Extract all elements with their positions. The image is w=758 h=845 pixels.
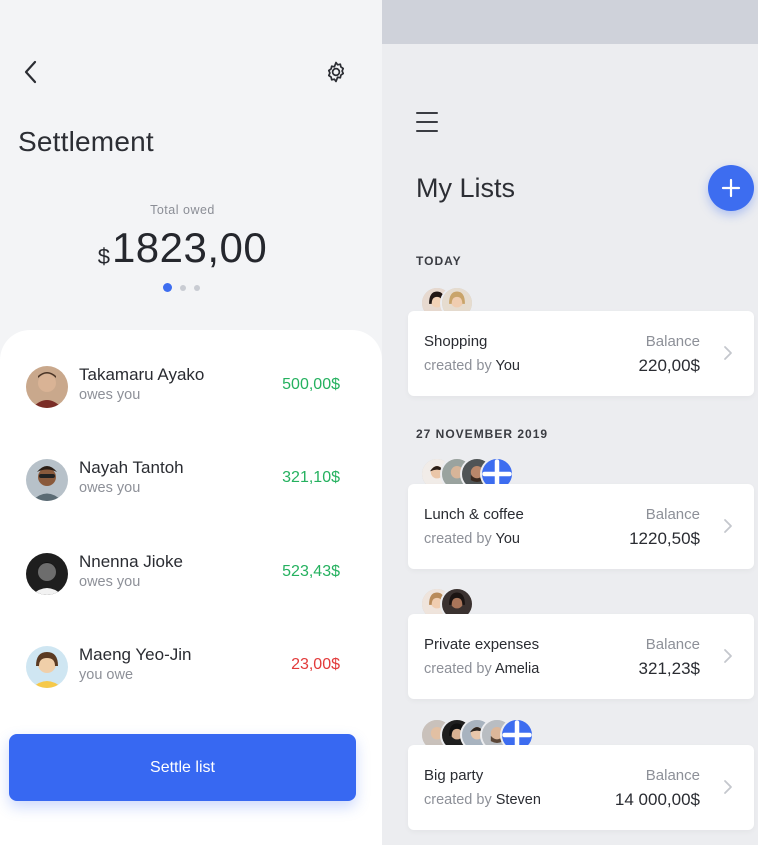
- list-creator: created by Amelia: [424, 661, 539, 677]
- settle-list-button[interactable]: Settle list: [9, 734, 356, 801]
- balance-value: 220,00$: [638, 356, 700, 375]
- balance-value: 321,23$: [638, 659, 700, 678]
- person-row[interactable]: Nayah Tantoh owes you 321,10$: [26, 455, 346, 505]
- chevron-right-icon: [724, 519, 732, 533]
- section-header: TODAY: [416, 254, 462, 268]
- avatar: [26, 646, 68, 688]
- created-by-label: created by: [424, 531, 492, 547]
- currency-symbol: $: [97, 244, 110, 269]
- menu-button[interactable]: [416, 112, 438, 132]
- list-card[interactable]: Private expenses created by Amelia Balan…: [408, 614, 754, 699]
- list-creator: created by You: [424, 358, 520, 374]
- list-creator: created by You: [424, 531, 520, 547]
- settings-button[interactable]: [322, 58, 350, 86]
- chevron-right-icon: [724, 780, 732, 794]
- total-owed-amount: $1823,00: [0, 224, 365, 272]
- list-creator: created by Steven: [424, 792, 541, 808]
- person-amount: 23,00$: [291, 656, 340, 673]
- hamburger-icon-line: [416, 121, 438, 123]
- person-name: Nayah Tantoh: [79, 458, 184, 477]
- section-header: 27 NOVEMBER 2019: [416, 427, 549, 441]
- person-name: Takamaru Ayako: [79, 365, 205, 384]
- chevron-left-icon: [24, 60, 37, 84]
- list-title: Lunch & coffee: [424, 506, 524, 523]
- add-list-button[interactable]: [708, 165, 754, 211]
- creator-name: Steven: [495, 792, 541, 808]
- chevron-right-icon: [724, 649, 732, 663]
- total-owed-value: 1823,00: [111, 224, 268, 271]
- person-row[interactable]: Maeng Yeo-Jin you owe 23,00$: [26, 642, 346, 692]
- person-row[interactable]: Takamaru Ayako owes you 500,00$: [26, 362, 346, 412]
- app-screens: Settlement Total owed $1823,00 Takamaru …: [0, 0, 758, 845]
- balance-value: 1220,50$: [629, 529, 700, 548]
- creator-name: You: [495, 358, 520, 374]
- person-name: Nnenna Jioke: [79, 552, 183, 571]
- page-dot[interactable]: [180, 284, 186, 291]
- created-by-label: created by: [424, 792, 492, 808]
- list-title: Private expenses: [424, 636, 540, 653]
- person-name: Maeng Yeo-Jin: [79, 645, 192, 664]
- person-amount: 523,43$: [282, 563, 340, 580]
- avatar: [26, 553, 68, 595]
- creator-name: Amelia: [494, 661, 540, 677]
- list-title: Big party: [424, 767, 484, 784]
- gear-icon: [327, 61, 345, 83]
- page-dot[interactable]: [163, 283, 172, 292]
- list-card[interactable]: Big party created by Steven Balance 14 0…: [408, 745, 754, 830]
- list-card[interactable]: Shopping created by You Balance 220,00$: [408, 311, 754, 396]
- balance-value: 14 000,00$: [614, 790, 700, 809]
- hamburger-icon-line: [416, 130, 438, 132]
- created-by-label: created by: [424, 358, 492, 374]
- avatar: [26, 459, 68, 501]
- balance-label: Balance: [645, 767, 700, 784]
- person-status: owes you: [79, 387, 141, 403]
- created-by-label: created by: [424, 661, 492, 677]
- chevron-right-icon: [724, 346, 732, 360]
- total-owed-label: Total owed: [150, 203, 215, 217]
- back-button[interactable]: [18, 58, 42, 86]
- hamburger-icon-line: [416, 112, 438, 114]
- balance-label: Balance: [645, 506, 700, 523]
- page-dot[interactable]: [194, 284, 200, 291]
- page-indicator[interactable]: [163, 283, 200, 292]
- lists-title: My Lists: [416, 173, 516, 203]
- creator-name: You: [495, 531, 520, 547]
- plus-icon: [721, 178, 741, 198]
- person-amount: 500,00$: [282, 376, 340, 393]
- balance-label: Balance: [645, 636, 700, 653]
- person-status: owes you: [79, 480, 141, 496]
- avatar: [26, 366, 68, 408]
- list-title: Shopping: [424, 333, 488, 350]
- page-title: Settlement: [18, 126, 154, 157]
- balance-label: Balance: [645, 333, 700, 350]
- settlement-screen: Settlement Total owed $1823,00 Takamaru …: [0, 0, 382, 845]
- list-card[interactable]: Lunch & coffee created by You Balance 12…: [408, 484, 754, 569]
- person-amount: 321,10$: [282, 469, 340, 486]
- person-status: you owe: [79, 667, 134, 683]
- person-status: owes you: [79, 574, 141, 590]
- top-bar: [382, 0, 758, 44]
- person-row[interactable]: Nnenna Jioke owes you 523,43$: [26, 549, 346, 599]
